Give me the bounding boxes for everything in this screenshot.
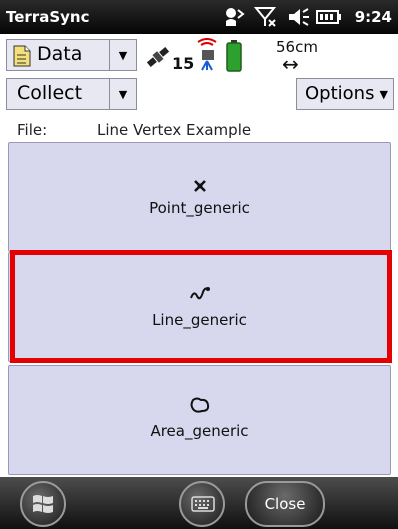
connection-sync-icon[interactable] bbox=[222, 6, 246, 28]
keyboard-button[interactable] bbox=[179, 481, 225, 527]
mode-dropdown[interactable]: Collect ▼ bbox=[6, 78, 137, 110]
file-label: File: bbox=[17, 121, 48, 139]
app-title: TerraSync bbox=[6, 8, 90, 26]
volume-icon[interactable] bbox=[287, 6, 311, 28]
point-icon bbox=[193, 180, 206, 192]
windows-start-icon bbox=[33, 495, 53, 513]
mode-label: Collect bbox=[17, 82, 83, 104]
feature-button-area[interactable]: Area_generic bbox=[8, 365, 391, 475]
battery-icon[interactable] bbox=[316, 6, 342, 28]
feature-label: Area_generic bbox=[150, 422, 249, 440]
top-toolbar: Data ▼ 15 56cm ↔ bbox=[0, 34, 398, 76]
no-signal-icon[interactable] bbox=[254, 6, 278, 28]
file-info: File: Line Vertex Example bbox=[0, 113, 398, 143]
chevron-down-icon[interactable]: ▼ bbox=[109, 40, 136, 70]
area-icon bbox=[190, 397, 209, 413]
status-bar: TerraSync 9:24 bbox=[0, 0, 398, 34]
section-dropdown[interactable]: Data ▼ bbox=[6, 39, 137, 71]
options-label: Options bbox=[305, 83, 375, 104]
section-label: Data bbox=[37, 43, 83, 65]
options-button[interactable]: Options ▼ bbox=[296, 78, 394, 110]
feature-button-line[interactable]: Line_generic bbox=[8, 252, 391, 362]
line-icon bbox=[189, 287, 210, 300]
clock[interactable]: 9:24 bbox=[355, 8, 392, 26]
file-name: Line Vertex Example bbox=[97, 121, 252, 139]
chevron-down-icon[interactable]: ▼ bbox=[109, 79, 136, 109]
satellite-count: 15 bbox=[172, 54, 195, 73]
keyboard-icon bbox=[191, 496, 215, 512]
receiver-battery-icon bbox=[226, 40, 242, 72]
caret-down-icon: ▼ bbox=[379, 88, 388, 101]
taskbar: Close bbox=[0, 477, 398, 529]
document-icon bbox=[13, 45, 31, 67]
feature-label: Point_generic bbox=[149, 199, 250, 217]
start-button[interactable] bbox=[20, 481, 66, 527]
receiver-icon[interactable] bbox=[194, 38, 220, 72]
feature-label: Line_generic bbox=[152, 311, 247, 329]
mode-toolbar: Collect ▼ Options ▼ bbox=[0, 76, 398, 113]
close-button[interactable]: Close bbox=[245, 481, 325, 527]
satellite-icon[interactable] bbox=[145, 46, 171, 68]
feature-button-point[interactable]: Point_generic bbox=[8, 142, 391, 252]
close-label: Close bbox=[264, 495, 306, 513]
double-arrow-icon: ↔ bbox=[282, 52, 299, 76]
